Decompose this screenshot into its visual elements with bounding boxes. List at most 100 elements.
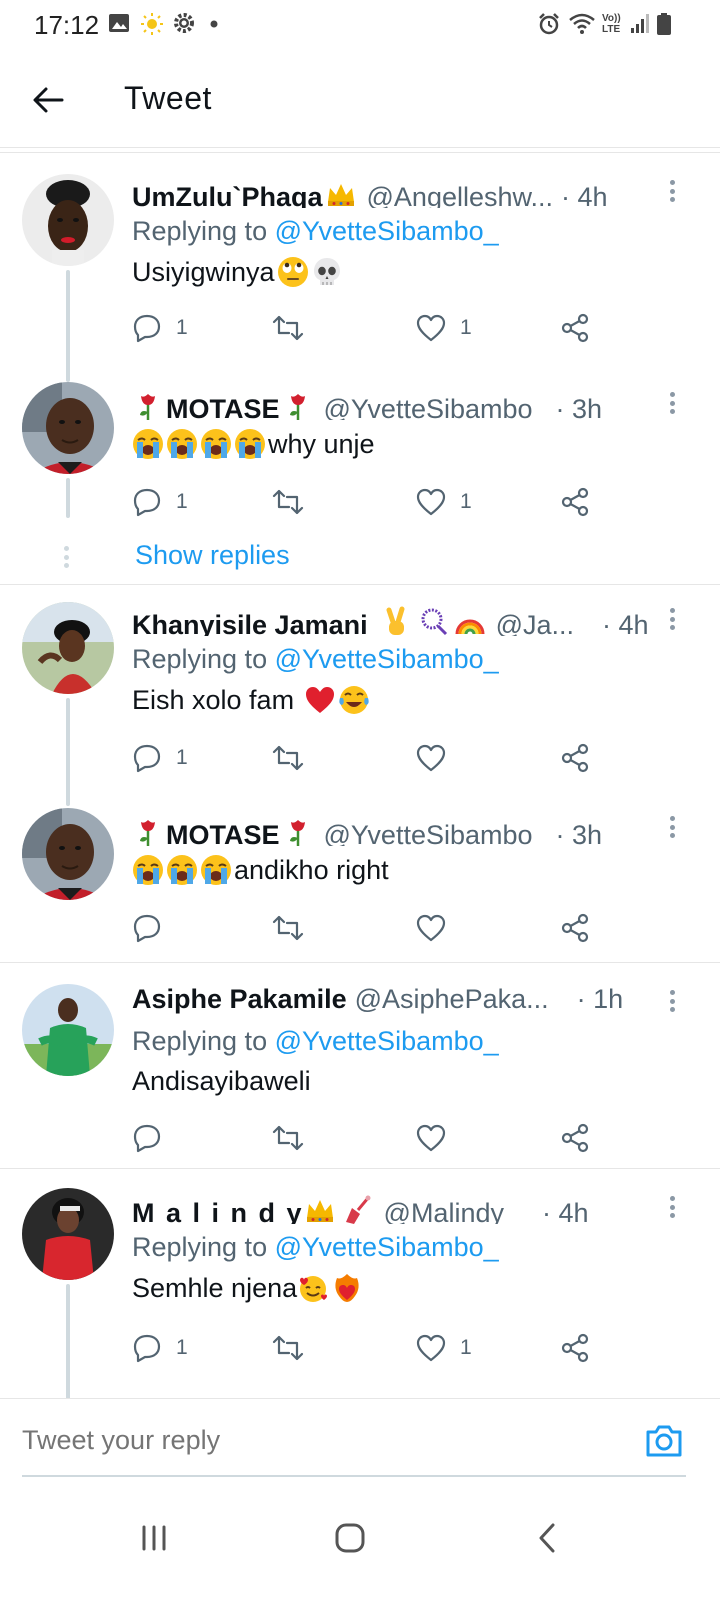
camera-icon	[646, 1425, 682, 1457]
reply-icon	[133, 744, 161, 773]
home-button[interactable]	[320, 1508, 380, 1568]
gallery-notification-icon	[109, 14, 129, 32]
retweet-button[interactable]	[272, 484, 318, 520]
user-handle[interactable]: @Angelleshw...	[367, 182, 554, 208]
user-handle[interactable]: @YvetteSibambo_	[324, 394, 548, 420]
tweet-text: Usiyigwinya	[132, 256, 345, 288]
recents-button[interactable]	[124, 1508, 184, 1568]
display-name[interactable]: UmZulu`Phaqa	[132, 182, 323, 208]
thread-line	[66, 698, 70, 806]
status-bar: 17:12 Vo)) LTE	[0, 0, 720, 52]
user-handle[interactable]: @AsiphePaka...	[355, 984, 549, 1015]
mention-link[interactable]: @YvetteSibambo_	[275, 1232, 499, 1262]
tweet-card[interactable]: Asiphe Pakamile @AsiphePaka... · 1h Repl…	[0, 964, 720, 1170]
home-icon	[335, 1523, 365, 1553]
share-button[interactable]	[560, 310, 590, 346]
tweet-actions: 1 1	[132, 310, 612, 346]
share-button[interactable]	[560, 1120, 590, 1156]
display-name[interactable]: MOTASE	[166, 820, 280, 846]
reply-button[interactable]: 1	[132, 740, 188, 776]
nav-back-button[interactable]	[518, 1508, 578, 1568]
share-icon	[561, 743, 589, 773]
divider	[0, 584, 720, 585]
reply-button[interactable]: 1	[132, 484, 188, 520]
tweet-card[interactable]: M a l i n d y @Malindy__ · 4h Replying t…	[0, 1170, 720, 1398]
red-heart-emoji	[304, 684, 336, 716]
tweet-timestamp[interactable]: · 1h	[577, 984, 624, 1015]
display-name[interactable]: Khanyisile Jamani	[132, 610, 368, 636]
user-handle[interactable]: @Ja...	[496, 610, 574, 636]
like-button[interactable]	[416, 910, 460, 946]
weather-sun-icon	[141, 13, 163, 35]
retweet-icon	[272, 315, 304, 341]
more-options-button[interactable]	[662, 388, 682, 418]
like-count: 1	[460, 490, 472, 513]
user-handle[interactable]: @Malindy__	[384, 1198, 534, 1224]
avatar[interactable]	[22, 174, 114, 266]
share-button[interactable]	[560, 484, 590, 520]
display-name[interactable]: MOTASE	[166, 394, 280, 420]
reply-button[interactable]	[132, 1120, 176, 1156]
loudly-crying-face-emoji	[200, 854, 232, 886]
share-button[interactable]	[560, 740, 590, 776]
avatar[interactable]	[22, 382, 114, 474]
share-button[interactable]	[560, 910, 590, 946]
avatar[interactable]	[22, 984, 114, 1076]
divider	[0, 962, 720, 963]
more-options-button[interactable]	[662, 604, 682, 634]
share-button[interactable]	[560, 1330, 590, 1366]
mention-link[interactable]: @YvetteSibambo_	[275, 216, 499, 246]
tweet-timestamp[interactable]: · 4h	[542, 1198, 589, 1224]
tweet-card[interactable]: MOTASE @YvetteSibambo_ · 3h andikho righ…	[0, 792, 720, 964]
skull-emoji	[311, 256, 343, 288]
more-options-button[interactable]	[662, 176, 682, 206]
show-replies-link[interactable]: Show replies	[135, 540, 290, 571]
more-options-button[interactable]	[662, 812, 682, 842]
signal-strength-icon	[631, 14, 649, 33]
avatar[interactable]	[22, 602, 114, 694]
back-button[interactable]	[26, 78, 70, 122]
display-name[interactable]: M a l i n d y	[132, 1198, 304, 1224]
like-button[interactable]	[416, 740, 460, 776]
avatar[interactable]	[22, 808, 114, 900]
replies-feed[interactable]: UmZulu`Phaqa @Angelleshw... · 4h Replyin…	[0, 158, 720, 1398]
more-options-button[interactable]	[662, 986, 682, 1016]
tweet-card[interactable]: Khanyisile Jamani @Ja... · 4h Replying t…	[0, 586, 720, 806]
retweet-button[interactable]	[272, 1120, 318, 1156]
alarm-icon	[539, 13, 559, 35]
retweet-button[interactable]	[272, 310, 318, 346]
retweet-button[interactable]	[272, 740, 318, 776]
like-button[interactable]: 1	[416, 1330, 472, 1366]
camera-button[interactable]	[644, 1423, 684, 1459]
status-time: 17:12	[34, 10, 100, 40]
tweet-timestamp[interactable]: · 4h	[602, 610, 649, 636]
mention-link[interactable]: @YvetteSibambo_	[275, 644, 499, 674]
mention-link[interactable]: @YvetteSibambo_	[275, 1026, 499, 1056]
like-button[interactable]: 1	[416, 484, 472, 520]
notification-dot-icon	[210, 20, 218, 28]
recents-icon	[142, 1525, 166, 1551]
tweet-reply-input[interactable]	[22, 1425, 582, 1456]
tweet-card[interactable]: UmZulu`Phaqa @Angelleshw... · 4h Replyin…	[0, 158, 720, 382]
reply-button[interactable]	[132, 910, 176, 946]
reply-button[interactable]: 1	[132, 1330, 188, 1366]
composer-underline	[22, 1475, 686, 1477]
like-button[interactable]	[416, 1120, 460, 1156]
retweet-button[interactable]	[272, 1330, 318, 1366]
like-button[interactable]: 1	[416, 310, 472, 346]
reply-button[interactable]: 1	[132, 310, 188, 346]
reply-icon	[133, 1124, 161, 1153]
avatar[interactable]	[22, 1188, 114, 1280]
more-options-button[interactable]	[662, 1192, 682, 1222]
display-name[interactable]: Asiphe Pakamile	[132, 984, 347, 1015]
tweet-timestamp[interactable]: · 3h	[556, 394, 603, 420]
replying-to: Replying to @YvetteSibambo_	[132, 1232, 499, 1263]
retweet-button[interactable]	[272, 910, 318, 946]
tweet-card[interactable]: MOTASE @YvetteSibambo_ · 3h why unje 1 1…	[0, 370, 720, 586]
rose-emoji	[132, 816, 164, 846]
user-handle[interactable]: @YvetteSibambo_	[324, 820, 548, 846]
tweet-timestamp[interactable]: · 3h	[556, 820, 603, 846]
tweet-timestamp[interactable]: · 4h	[561, 182, 608, 208]
prayer-beads-emoji	[418, 606, 450, 636]
tweet-actions	[132, 910, 612, 946]
